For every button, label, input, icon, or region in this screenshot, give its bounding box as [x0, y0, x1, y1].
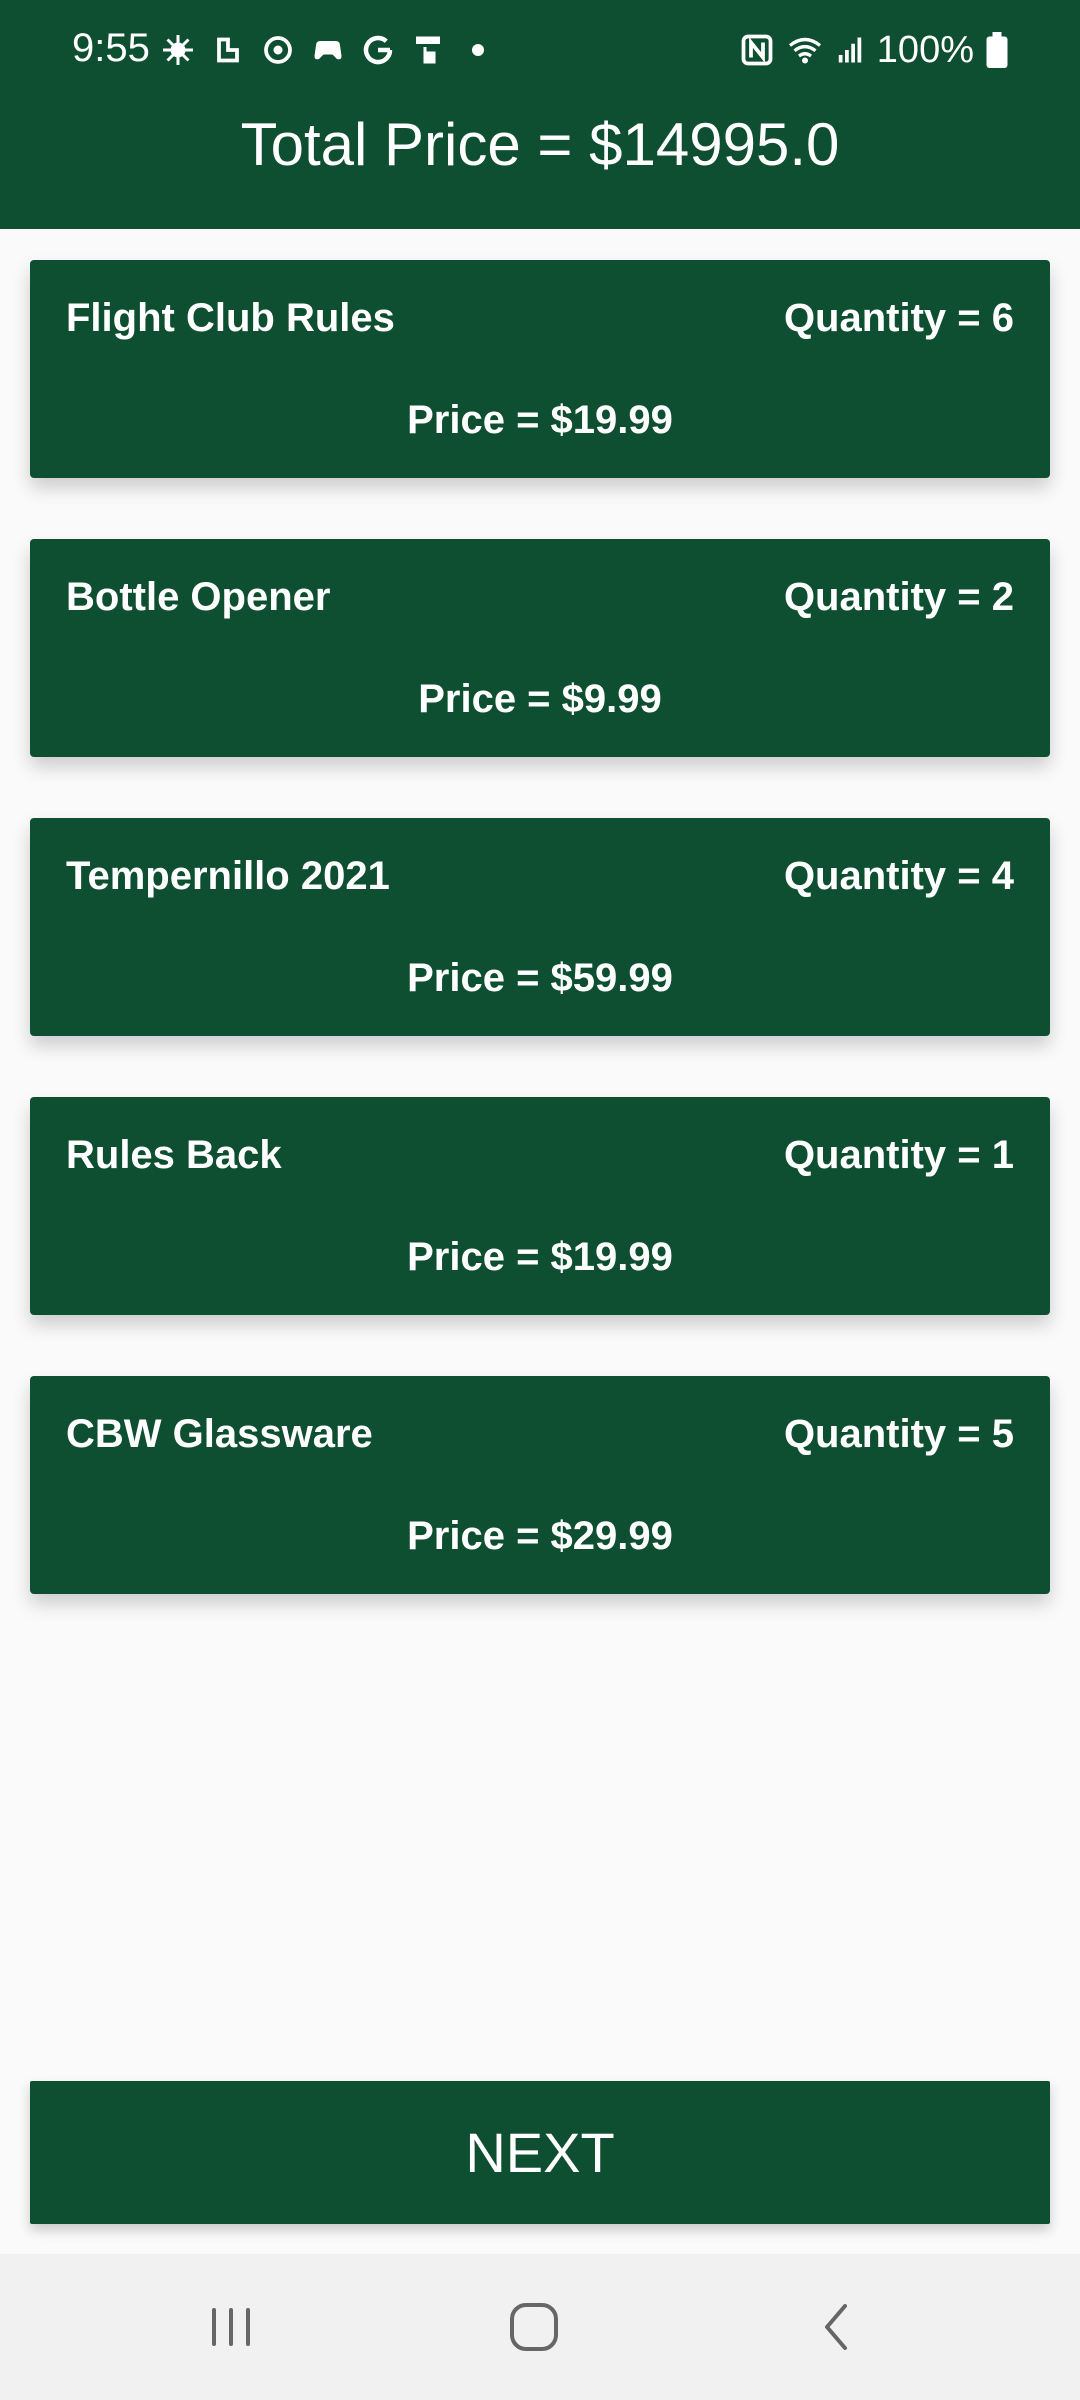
home-button[interactable] — [499, 2292, 569, 2362]
app-icon — [264, 36, 292, 64]
cart-item-card[interactable]: CBW Glassware Quantity = 5 Price = $29.9… — [30, 1376, 1050, 1594]
item-name: Bottle Opener — [66, 575, 331, 619]
google-icon — [363, 35, 393, 65]
cart-item-card[interactable]: Bottle Opener Quantity = 2 Price = $9.99 — [30, 539, 1050, 757]
system-navigation-bar — [0, 2254, 1080, 2400]
cart-item-card[interactable]: Tempernillo 2021 Quantity = 4 Price = $5… — [30, 818, 1050, 1036]
total-price-title: Total Price = $14995.0 — [240, 111, 840, 178]
recent-apps-icon — [212, 2308, 250, 2346]
status-time: 9:55 — [72, 26, 150, 70]
item-price: Price = $19.99 — [407, 1235, 673, 1279]
system-status-icons: 100% — [739, 26, 1008, 74]
item-quantity: Quantity = 5 — [783, 1412, 1014, 1456]
dot-icon — [472, 44, 484, 56]
item-quantity: Quantity = 1 — [783, 1133, 1014, 1177]
item-quantity: Quantity = 6 — [783, 296, 1014, 340]
item-price: Price = $29.99 — [407, 1514, 673, 1558]
notification-icons — [160, 26, 496, 74]
item-price: Price = $19.99 — [407, 398, 673, 442]
next-button[interactable]: NEXT — [30, 2081, 1050, 2224]
battery-percentage: 100% — [876, 28, 974, 71]
item-name: Rules Back — [66, 1133, 282, 1177]
back-button[interactable] — [801, 2292, 871, 2362]
wifi-icon — [788, 37, 821, 64]
gamepad-icon — [314, 41, 342, 60]
back-icon — [825, 2304, 847, 2350]
home-icon — [510, 2303, 558, 2351]
recent-apps-button[interactable] — [196, 2292, 266, 2362]
item-quantity: Quantity = 2 — [783, 575, 1014, 619]
item-name: Flight Club Rules — [66, 296, 395, 340]
item-name: Tempernillo 2021 — [66, 854, 390, 898]
settings-gear-icon — [163, 35, 193, 65]
nfc-icon — [741, 34, 773, 66]
hand-icon — [416, 36, 440, 64]
status-bar: 9:55 100% — [0, 0, 1080, 100]
item-price: Price = $9.99 — [418, 677, 662, 721]
app-icon — [217, 37, 239, 63]
signal-icon — [838, 37, 862, 63]
battery-icon — [986, 32, 1008, 68]
cart-item-card[interactable]: Flight Club Rules Quantity = 6 Price = $… — [30, 260, 1050, 478]
app-header: 9:55 100% Total Price = $14995.0 — [0, 0, 1080, 229]
cart-item-card[interactable]: Rules Back Quantity = 1 Price = $19.99 — [30, 1097, 1050, 1315]
item-name: CBW Glassware — [66, 1412, 373, 1456]
item-price: Price = $59.99 — [407, 956, 673, 1000]
item-quantity: Quantity = 4 — [783, 854, 1014, 898]
